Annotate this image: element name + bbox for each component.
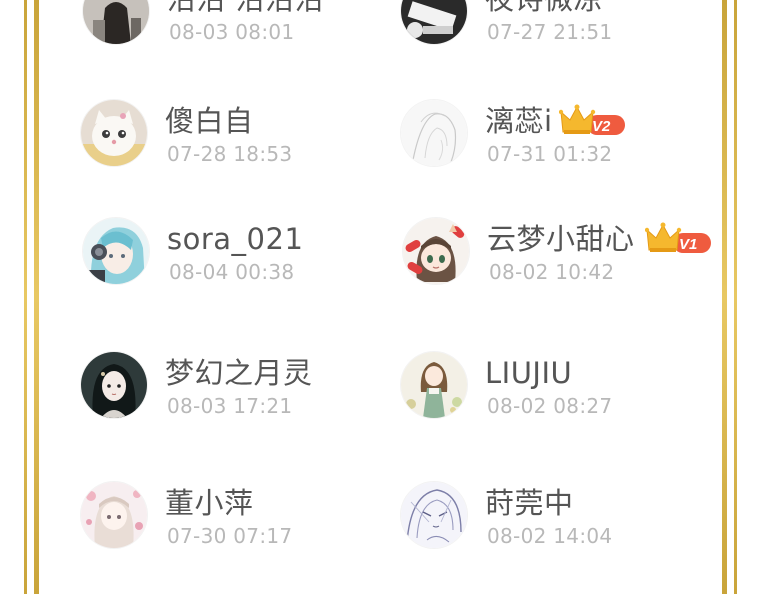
avatar-green-dress-girl-icon[interactable] xyxy=(401,352,467,418)
user-timestamp: 07-27 21:51 xyxy=(487,20,613,44)
vip-badge: V1 xyxy=(644,222,713,256)
user-timestamp: 08-03 17:21 xyxy=(167,394,293,418)
vip-badge: V2 xyxy=(558,104,627,138)
user-timestamp: 07-31 01:32 xyxy=(487,142,613,166)
user-item[interactable]: sora_021 08-04 00:38 xyxy=(83,218,383,288)
user-timestamp: 08-03 08:01 xyxy=(169,20,295,44)
vip-level-text: V2 xyxy=(592,118,611,135)
user-item[interactable]: 莳莞中 08-02 14:04 xyxy=(401,482,701,552)
user-timestamp: 07-28 18:53 xyxy=(167,142,293,166)
user-name: 沿沿 沿沿沿 xyxy=(167,0,324,17)
avatar-chibi-girl-icon[interactable] xyxy=(403,218,469,284)
user-name: 夜诗微凉 xyxy=(485,0,603,17)
avatar-headphone-girl-icon[interactable] xyxy=(83,218,149,284)
user-timestamp: 08-02 10:42 xyxy=(489,260,615,284)
avatar-pink-girl-icon[interactable] xyxy=(81,482,147,548)
user-item[interactable]: 沿沿 沿沿沿 08-03 08:01 xyxy=(83,0,383,48)
frame-border-right-outer xyxy=(734,0,737,594)
user-name: LIUJIU xyxy=(485,356,573,390)
avatar-black-white-icon[interactable] xyxy=(401,0,467,44)
frame-border-left-outer xyxy=(24,0,27,594)
avatar-dark-girl-icon[interactable] xyxy=(83,0,149,44)
user-name: 董小萍 xyxy=(165,486,254,520)
user-timestamp: 08-02 08:27 xyxy=(487,394,613,418)
user-name: 梦幻之月灵 xyxy=(165,356,313,390)
user-timestamp: 07-30 07:17 xyxy=(167,524,293,548)
user-item[interactable]: 梦幻之月灵 08-03 17:21 xyxy=(81,352,381,422)
user-name: 漓蕊i xyxy=(485,104,553,138)
user-item[interactable]: LIUJIU 08-02 08:27 xyxy=(401,352,701,422)
avatar-white-cat-icon[interactable] xyxy=(81,100,147,166)
user-item[interactable]: 云梦小甜心 V1 08-02 10:42 xyxy=(403,218,723,288)
user-timestamp: 08-02 14:04 xyxy=(487,524,613,548)
user-name: 傻白自 xyxy=(165,104,254,138)
user-item[interactable]: 漓蕊i V2 07-31 01:32 xyxy=(401,100,721,170)
frame-border-right-inner xyxy=(722,0,727,594)
avatar-sketch-icon[interactable] xyxy=(401,100,467,166)
user-list-panel: 沿沿 沿沿沿 08-03 08:01 夜诗微凉 07-27 21:51 xyxy=(39,0,722,594)
avatar-lineart-girl-icon[interactable] xyxy=(401,482,467,548)
user-name: 云梦小甜心 xyxy=(487,222,635,256)
user-item[interactable]: 夜诗微凉 07-27 21:51 xyxy=(401,0,701,48)
user-item[interactable]: 傻白自 07-28 18:53 xyxy=(81,100,381,170)
avatar-anime-girl-dark-icon[interactable] xyxy=(81,352,147,418)
user-item[interactable]: 董小萍 07-30 07:17 xyxy=(81,482,381,552)
user-timestamp: 08-04 00:38 xyxy=(169,260,295,284)
user-name: sora_021 xyxy=(167,222,304,256)
vip-level-text: V1 xyxy=(679,236,697,253)
user-name: 莳莞中 xyxy=(485,486,574,520)
